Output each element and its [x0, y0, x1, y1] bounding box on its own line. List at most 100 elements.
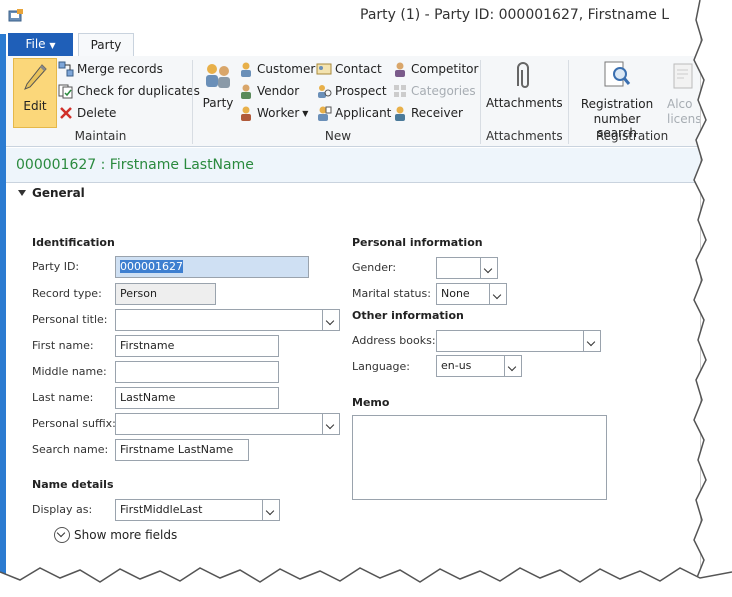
gender-dropdown[interactable] — [436, 257, 498, 279]
applicant-label: Applicant — [335, 106, 392, 120]
worker-button[interactable]: Worker ▼ — [238, 105, 308, 121]
chevron-down-icon[interactable] — [322, 310, 339, 330]
personal-suffix-dropdown[interactable] — [115, 413, 340, 435]
chevron-down-icon: ▼ — [49, 41, 56, 50]
prospect-button[interactable]: Prospect — [316, 83, 387, 99]
general-fasttab-header[interactable]: General — [32, 186, 85, 200]
language-label: Language: — [352, 360, 410, 373]
ribbon-separator — [192, 60, 193, 144]
gender-label: Gender: — [352, 261, 397, 274]
merge-icon — [58, 61, 74, 77]
record-type-field: Person — [115, 283, 216, 305]
chevron-down-icon[interactable] — [480, 258, 497, 278]
paperclip-icon — [517, 62, 529, 88]
chevron-down-icon[interactable] — [504, 356, 521, 376]
marital-status-label: Marital status: — [352, 287, 431, 300]
ribbon-separator — [480, 60, 481, 144]
chevron-down-icon[interactable] — [322, 414, 339, 434]
registration-number-search-button[interactable]: Registration number search — [574, 60, 660, 140]
display-as-value: FirstMiddleLast — [120, 503, 203, 516]
last-name-label: Last name: — [32, 391, 94, 404]
delete-x-icon — [60, 107, 72, 119]
tab-party[interactable]: Party — [78, 33, 134, 57]
display-as-label: Display as: — [32, 503, 93, 516]
title-bar: Party (1) - Party ID: 000001627, Firstna… — [0, 0, 700, 32]
party-id-label: Party ID: — [32, 260, 80, 273]
prospect-label: Prospect — [335, 84, 387, 98]
competitor-icon — [395, 62, 405, 77]
new-group-label: New — [324, 129, 352, 143]
pencil-icon — [24, 64, 47, 90]
expand-chevron-icon — [54, 527, 70, 543]
tab-file-label: File — [25, 37, 46, 51]
attachments-label: Attachments — [486, 96, 563, 110]
name-details-header: Name details — [32, 478, 114, 491]
address-books-dropdown[interactable] — [436, 330, 601, 352]
attachments-button[interactable]: Attachments — [486, 60, 563, 114]
personal-title-dropdown[interactable] — [115, 309, 340, 331]
merge-records-button[interactable]: Merge records — [58, 61, 163, 77]
memo-header: Memo — [352, 396, 390, 409]
search-document-icon — [604, 61, 631, 87]
marital-status-value: None — [441, 287, 470, 300]
app-icon — [8, 9, 23, 22]
first-name-field[interactable]: Firstname — [115, 335, 279, 357]
record-title: 000001627 : Firstname LastName — [16, 157, 254, 173]
display-as-dropdown[interactable]: FirstMiddleLast — [115, 499, 280, 521]
record-type-label: Record type: — [32, 287, 102, 300]
attachments-group-label: Attachments — [486, 129, 563, 143]
collapse-triangle-icon[interactable] — [18, 190, 26, 196]
search-name-field[interactable]: Firstname LastName — [115, 439, 249, 461]
delete-label: Delete — [77, 106, 117, 120]
language-value: en-us — [441, 359, 472, 372]
show-more-fields-button[interactable]: Show more fields — [54, 527, 177, 543]
show-more-fields-label: Show more fields — [74, 528, 178, 542]
delete-button[interactable]: Delete — [58, 105, 116, 121]
applicant-button[interactable]: Applicant — [316, 105, 391, 121]
competitor-button[interactable]: Competitor — [392, 61, 478, 77]
personal-suffix-label: Personal suffix: — [32, 417, 116, 430]
torn-edge-decoration — [693, 0, 732, 597]
contact-card-icon — [316, 63, 332, 75]
categories-icon — [394, 85, 406, 97]
check-duplicates-button[interactable]: Check for duplicates — [58, 83, 200, 99]
tab-file[interactable]: File ▼ — [8, 33, 73, 56]
categories-label: Categories — [411, 84, 476, 98]
chevron-down-icon: ▼ — [302, 108, 309, 118]
address-books-label: Address books: — [352, 334, 436, 347]
categories-button[interactable]: Categories — [392, 83, 476, 99]
chevron-down-icon[interactable] — [489, 284, 506, 304]
applicant-icon — [318, 106, 332, 121]
search-name-label: Search name: — [32, 443, 109, 456]
contact-label: Contact — [335, 62, 382, 76]
edit-button[interactable]: Edit — [13, 58, 57, 128]
alcohol-license-label-line1: Alco — [667, 97, 693, 111]
contact-button[interactable]: Contact — [316, 61, 382, 77]
people-icon — [206, 64, 230, 88]
window-title: Party (1) - Party ID: 000001627, Firstna… — [360, 7, 670, 23]
receiver-button[interactable]: Receiver — [392, 105, 463, 121]
ribbon-separator — [568, 60, 569, 144]
registration-label-line1: Registration — [580, 97, 654, 111]
last-name-field[interactable]: LastName — [115, 387, 279, 409]
receiver-label: Receiver — [411, 106, 463, 120]
party-id-value: 000001627 — [120, 260, 183, 273]
marital-status-dropdown[interactable]: None — [436, 283, 507, 305]
customer-button[interactable]: Customer — [238, 61, 315, 77]
vendor-icon — [241, 84, 251, 99]
worker-icon — [241, 106, 251, 121]
vendor-button[interactable]: Vendor — [238, 83, 299, 99]
edit-label: Edit — [23, 99, 47, 113]
receiver-icon — [395, 106, 405, 121]
party-button[interactable]: Party — [200, 60, 236, 112]
party-id-field[interactable]: 000001627 — [115, 256, 309, 278]
chevron-down-icon[interactable] — [583, 331, 600, 351]
chevron-down-icon[interactable] — [262, 500, 279, 520]
check-duplicates-label: Check for duplicates — [77, 84, 200, 98]
memo-textarea[interactable] — [352, 415, 607, 500]
identification-header: Identification — [32, 236, 115, 249]
language-dropdown[interactable]: en-us — [436, 355, 522, 377]
middle-name-field[interactable] — [115, 361, 279, 383]
customer-label: Customer — [257, 62, 316, 76]
prospect-icon — [318, 85, 332, 98]
